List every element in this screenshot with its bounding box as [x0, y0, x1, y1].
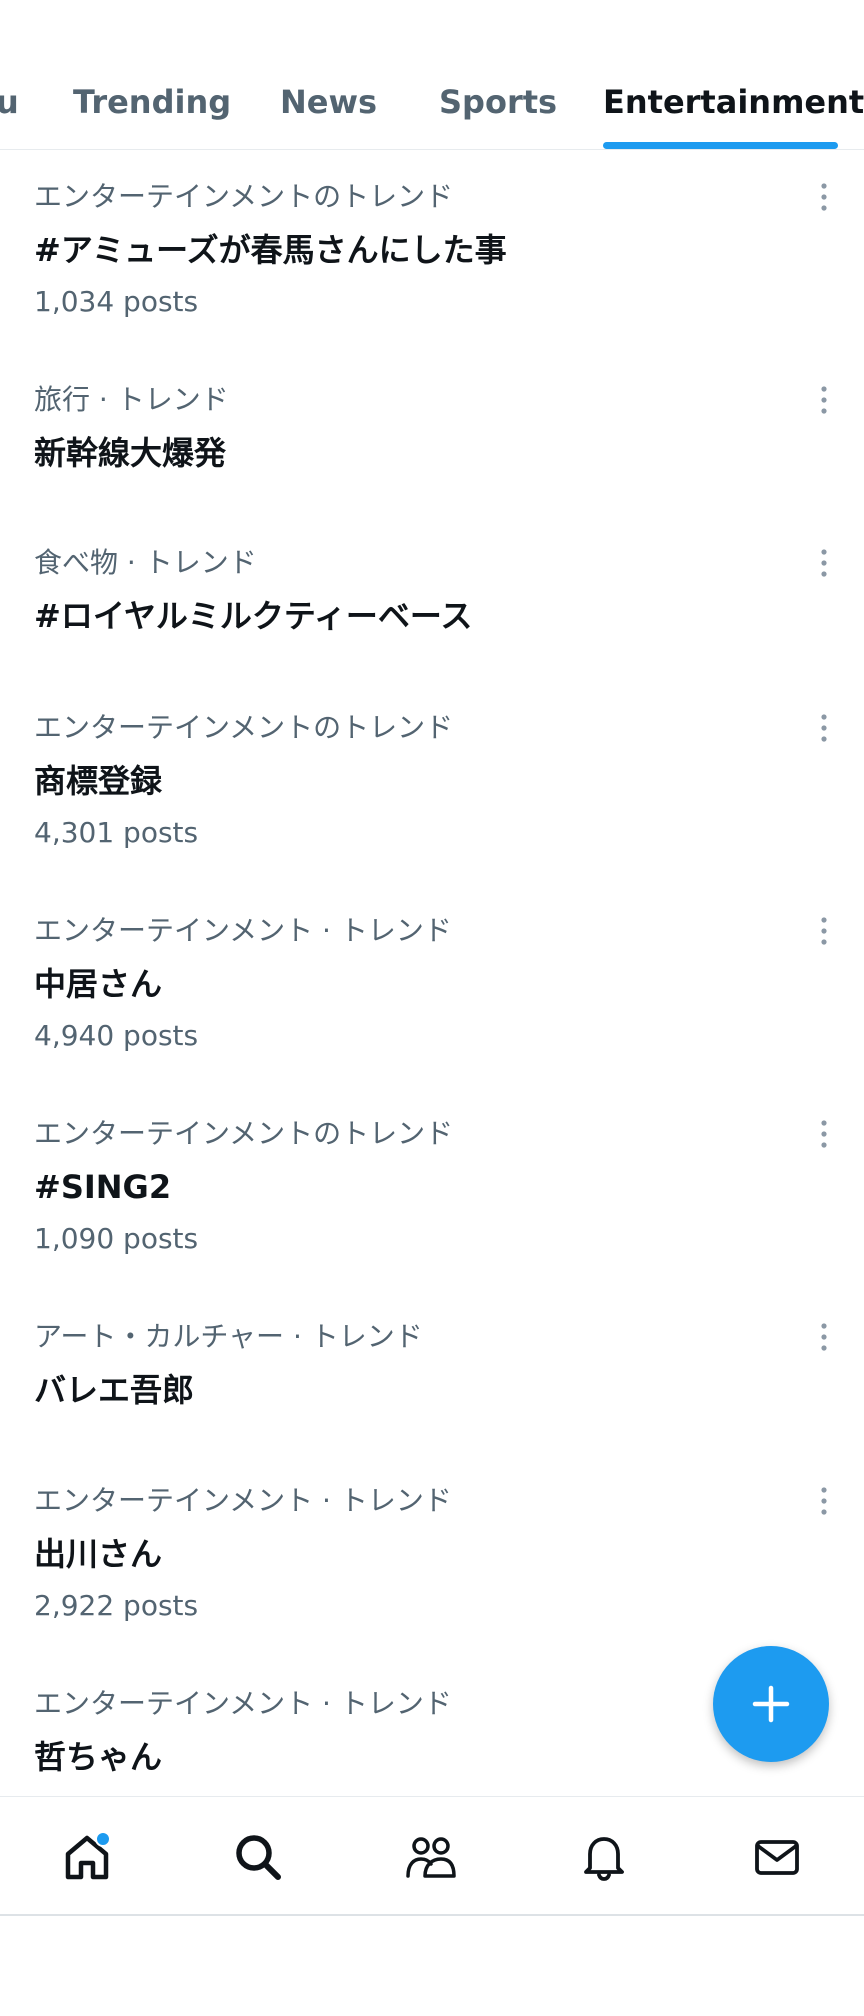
trend-category: 旅行 · トレンド: [34, 383, 229, 416]
trend-title: #ロイヤルミルクティーベース: [34, 597, 473, 635]
trend-item[interactable]: エンターテインメント · トレンド 出川さん 2,922 posts: [0, 1454, 864, 1654]
more-vertical-icon[interactable]: [814, 182, 834, 212]
bell-icon: [584, 1837, 624, 1881]
compose-post-button[interactable]: [713, 1646, 829, 1762]
trend-item[interactable]: エンターテインメントのトレンド 商標登録 4,301 posts: [0, 681, 864, 881]
search-icon: [236, 1835, 281, 1880]
more-vertical-icon[interactable]: [814, 1119, 834, 1149]
tab-news[interactable]: News: [280, 82, 377, 122]
nav-search[interactable]: [228, 1827, 288, 1887]
explore-tabs: u Trending News Sports Entertainment: [0, 0, 864, 150]
bottom-navigation-bar: [0, 1796, 864, 1916]
trend-category: 食べ物 · トレンド: [34, 546, 257, 579]
trend-title: 哲ちゃん: [34, 1738, 163, 1776]
more-vertical-icon[interactable]: [814, 548, 834, 578]
trend-post-count: 4,940 posts: [34, 1019, 199, 1052]
trend-title: 出川さん: [34, 1535, 163, 1573]
active-tab-indicator: [603, 142, 838, 149]
trend-category: アート・カルチャー · トレンド: [34, 1320, 423, 1353]
more-vertical-icon[interactable]: [814, 916, 834, 946]
trend-title: バレエ吾郎: [34, 1371, 195, 1409]
trend-category: エンターテインメント · トレンド: [34, 914, 452, 947]
nav-home[interactable]: [57, 1827, 117, 1887]
tab-trending[interactable]: Trending: [73, 82, 231, 122]
trend-title: #アミューズが春馬さんにした事: [34, 231, 507, 269]
trend-title: #SING2: [34, 1168, 172, 1206]
trend-item[interactable]: エンターテインメントのトレンド #SING2 1,090 posts: [0, 1087, 864, 1287]
tab-sports[interactable]: Sports: [439, 82, 557, 122]
trend-title: 商標登録: [34, 762, 163, 800]
tab-for-you-partial[interactable]: u: [0, 82, 19, 122]
nav-notifications[interactable]: [574, 1827, 634, 1887]
trend-item[interactable]: エンターテインメント · トレンド 中居さん 4,940 posts: [0, 884, 864, 1084]
tab-entertainment[interactable]: Entertainment: [603, 82, 864, 122]
trend-category: エンターテインメントのトレンド: [34, 1117, 454, 1150]
trend-post-count: 1,034 posts: [34, 285, 199, 318]
trend-post-count: 1,090 posts: [34, 1222, 199, 1255]
more-vertical-icon[interactable]: [814, 1322, 834, 1352]
trend-item[interactable]: エンターテインメントのトレンド #アミューズが春馬さんにした事 1,034 po…: [0, 150, 864, 350]
unread-dot: [95, 1831, 111, 1847]
mail-icon: [755, 1840, 799, 1875]
trend-category: エンターテインメントのトレンド: [34, 711, 454, 744]
trend-post-count: 4,301 posts: [34, 816, 199, 849]
people-icon: [406, 1837, 456, 1878]
more-vertical-icon[interactable]: [814, 713, 834, 743]
trend-category: エンターテインメント · トレンド: [34, 1484, 452, 1517]
trend-title: 新幹線大爆発: [34, 434, 227, 472]
trend-list: エンターテインメントのトレンド #アミューズが春馬さんにした事 1,034 po…: [0, 150, 864, 1796]
trend-title: 中居さん: [34, 965, 163, 1003]
trend-category: エンターテインメント · トレンド: [34, 1687, 452, 1720]
trend-category: エンターテインメントのトレンド: [34, 180, 454, 213]
more-vertical-icon[interactable]: [814, 385, 834, 415]
nav-messages[interactable]: [747, 1827, 807, 1887]
nav-communities[interactable]: [401, 1827, 461, 1887]
more-vertical-icon[interactable]: [814, 1486, 834, 1516]
trend-post-count: 2,922 posts: [34, 1589, 199, 1622]
plus-icon: [752, 1685, 790, 1723]
